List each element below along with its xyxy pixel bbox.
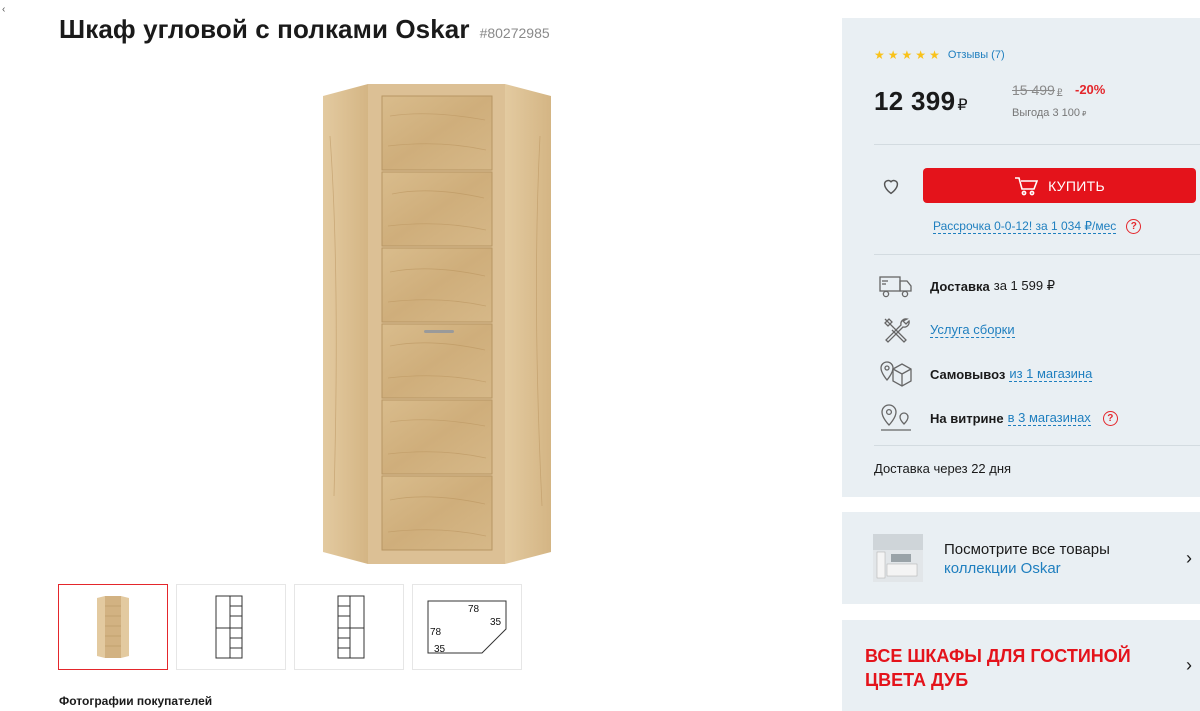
savings-value: Выгода 3 100 xyxy=(1012,107,1081,119)
help-icon[interactable]: ? xyxy=(1102,410,1118,426)
star-icon: ★ xyxy=(901,48,913,62)
product-main-image[interactable] xyxy=(300,76,580,572)
showroom-stores-link[interactable]: в 3 магазинах xyxy=(1007,410,1091,426)
help-icon[interactable]: ? xyxy=(1126,219,1142,234)
old-price-currency: ₽ xyxy=(1056,87,1063,97)
all-wardrobes-banner[interactable]: ВСЕ ШКАФЫ ДЛЯ ГОСТИНОЙ ЦВЕТА ДУБ › xyxy=(842,620,1200,711)
map-pin-icon xyxy=(881,404,911,431)
buyer-photos-heading: Фотографии покупателей xyxy=(59,694,213,708)
thumbnail-strip: 78 35 78 35 xyxy=(58,584,522,670)
assembly-link[interactable]: Услуга сборки xyxy=(930,322,1015,338)
all-wardrobes-link[interactable]: ВСЕ ШКАФЫ ДЛЯ ГОСТИНОЙ ЦВЕТА ДУБ xyxy=(865,644,1155,692)
rating[interactable]: ★ ★ ★ ★ ★ Отзывы (7) xyxy=(874,49,1005,61)
savings: Выгода 3 100 ₽ xyxy=(1012,107,1086,119)
pickup-label: Самовывоз xyxy=(930,366,1006,382)
price-panel: ★ ★ ★ ★ ★ Отзывы (7) 12 399 ₽ 15 499 ₽ -20… xyxy=(842,18,1200,497)
pickup-box-icon xyxy=(880,361,912,387)
divider xyxy=(874,144,1200,145)
price-value: 12 399 xyxy=(874,86,956,116)
service-showroom: На витрине в 3 магазинах? xyxy=(878,403,1118,433)
title-row: Шкаф угловой с полками Oskar #80272985 xyxy=(59,14,550,45)
discount-badge: -20% xyxy=(1075,82,1106,97)
savings-currency: ₽ xyxy=(1082,111,1087,118)
truck-icon xyxy=(879,276,912,298)
thumbnail-dimensions[interactable]: 78 35 78 35 xyxy=(412,584,522,670)
dim-label-right: 35 xyxy=(490,617,502,628)
dim-label-bottom: 35 xyxy=(434,644,446,655)
buy-button-label: КУПИТЬ xyxy=(1048,177,1105,194)
buy-button[interactable]: КУПИТЬ xyxy=(923,168,1196,203)
chevron-right-icon: › xyxy=(1186,548,1192,568)
service-assembly: Услуга сборки xyxy=(878,315,1015,345)
collection-thumbnail xyxy=(873,534,923,582)
delivery-time: Доставка через 22 дня xyxy=(874,461,1012,476)
delivery-price: за 1 599 ₽ xyxy=(993,278,1055,293)
star-icon: ★ xyxy=(915,48,927,62)
page-title: Шкаф угловой с полками Oskar xyxy=(59,14,470,44)
delivery-label: Доставка xyxy=(930,278,990,294)
sku: #80272985 xyxy=(479,25,550,41)
service-delivery: Доставка за 1 599 ₽ xyxy=(878,271,1055,301)
cart-icon xyxy=(1015,176,1039,195)
pickup-stores-link[interactable]: из 1 магазина xyxy=(1009,366,1093,382)
thumbnail-scheme-right[interactable] xyxy=(294,584,404,670)
price-currency: ₽ xyxy=(957,96,968,114)
chevron-right-icon: › xyxy=(1186,655,1192,675)
installment-link[interactable]: Рассрочка 0-0-12! за 1 034 ₽/мес xyxy=(933,219,1117,234)
tools-icon xyxy=(884,318,910,343)
old-price-value: 15 499 xyxy=(1012,82,1055,98)
star-icon: ★ xyxy=(929,48,940,62)
collection-banner[interactable]: Посмотрите все товары коллекции Oskar › xyxy=(842,512,1200,604)
old-price: 15 499 ₽ xyxy=(1012,82,1062,98)
heart-icon[interactable] xyxy=(880,175,902,197)
current-price: 12 399 ₽ xyxy=(874,86,968,117)
dim-label-top: 78 xyxy=(468,604,480,615)
reviews-link[interactable]: Отзывы (7) xyxy=(948,49,1005,61)
star-icon: ★ xyxy=(887,48,899,62)
thumbnail-scheme-left[interactable] xyxy=(176,584,286,670)
back-chevron-icon[interactable]: ‹ xyxy=(2,4,5,15)
installment: Рассрочка 0-0-12! за 1 034 ₽/мес ? xyxy=(933,219,1142,234)
collection-link[interactable]: коллекции Oskar xyxy=(944,560,1061,577)
dim-label-left: 78 xyxy=(430,627,442,638)
star-icon: ★ xyxy=(874,48,885,62)
thumbnail-photo[interactable] xyxy=(58,584,168,670)
divider xyxy=(874,254,1200,255)
collection-title: Посмотрите все товары xyxy=(944,541,1110,558)
divider xyxy=(874,445,1200,446)
showroom-label: На витрине xyxy=(930,410,1004,426)
service-pickup: Самовывоз из 1 магазина xyxy=(878,359,1093,389)
